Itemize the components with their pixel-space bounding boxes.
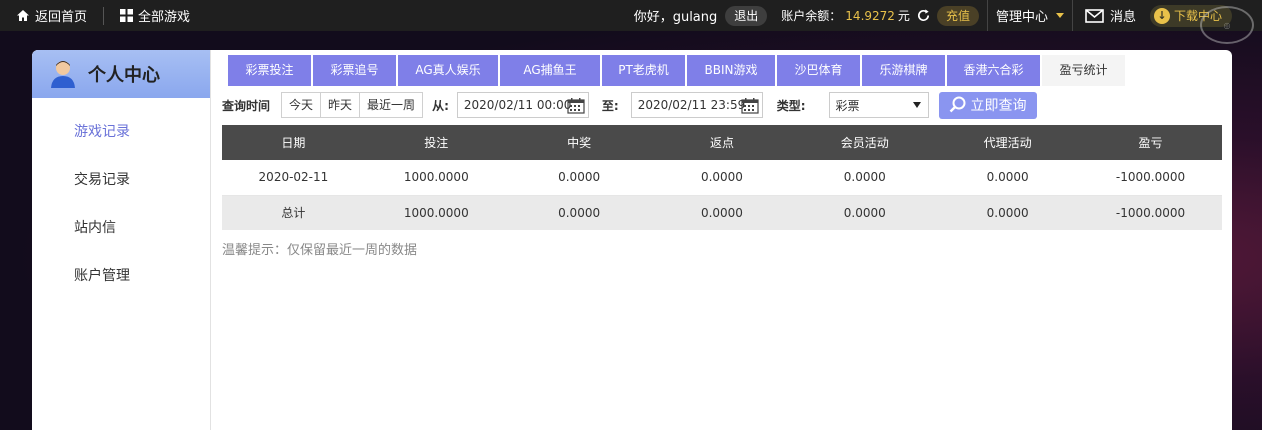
home-icon — [17, 10, 29, 21]
query-button[interactable]: 立即查询 — [938, 91, 1037, 119]
range-today-button[interactable]: 今天 — [282, 93, 322, 117]
tab-lottery-chase[interactable]: 彩票追号 — [313, 55, 396, 86]
all-games-label: 全部游戏 — [138, 10, 191, 25]
personal-center-panel: 个人中心 游戏记录 交易记录 站内信 账户管理 彩票投注 彩票追号 AG真人娱乐… — [32, 50, 1232, 430]
tab-hk-marksix[interactable]: 香港六合彩 — [947, 55, 1040, 86]
tab-ag-live[interactable]: AG真人娱乐 — [398, 55, 498, 86]
mail-icon — [1085, 8, 1104, 23]
cell-total-win: 0.0000 — [507, 195, 651, 230]
cell-total-bet: 1000.0000 — [364, 195, 508, 230]
sidebar-header: 个人中心 — [32, 50, 210, 98]
refresh-icon[interactable] — [916, 8, 931, 23]
sidebar-item-inbox[interactable]: 站内信 — [32, 204, 210, 252]
balance-label: 账户余额： — [781, 9, 842, 23]
table-header-row: 日期 投注 中奖 返点 会员活动 代理活动 盈亏 — [222, 125, 1222, 160]
cell-agent-activity: 0.0000 — [936, 160, 1080, 196]
to-date-input[interactable]: 2020/02/11 23:59 — [630, 92, 763, 118]
cell-profit-loss: -1000.0000 — [1079, 160, 1222, 196]
watermark-logo: ◎ — [1200, 6, 1254, 44]
type-select[interactable]: 彩票 — [828, 92, 929, 118]
col-agent-activity: 代理活动 — [936, 125, 1080, 160]
filter-bar: 查询时间 今天 昨天 最近一周 从: 2020/02/11 00:00 至: 2… — [222, 91, 1222, 119]
query-button-label: 立即查询 — [970, 98, 1027, 114]
home-link[interactable]: 返回首页 — [0, 0, 103, 31]
calendar-icon[interactable] — [567, 97, 585, 114]
cell-bet: 1000.0000 — [364, 160, 508, 196]
type-label: 类型: — [776, 98, 806, 113]
cell-total-member-activity: 0.0000 — [793, 195, 937, 230]
balance-unit: 元 — [897, 9, 910, 23]
download-icon: ↓ — [1153, 7, 1170, 24]
to-date-value: 2020/02/11 23:59 — [637, 98, 746, 112]
user-icon — [51, 61, 75, 88]
logout-button[interactable]: 退出 — [725, 5, 768, 26]
manage-center-menu[interactable]: 管理中心 — [986, 0, 1072, 31]
main-content: 彩票投注 彩票追号 AG真人娱乐 AG捕鱼王 PT老虎机 BBIN游戏 沙巴体育… — [222, 50, 1222, 430]
to-label: 至: — [601, 98, 619, 113]
cell-total-agent-activity: 0.0000 — [936, 195, 1080, 230]
tab-profit-stats[interactable]: 盈亏统计 — [1042, 55, 1125, 86]
col-profit-loss: 盈亏 — [1079, 125, 1222, 160]
from-date-input[interactable]: 2020/02/11 00:00 — [456, 92, 589, 118]
col-bet: 投注 — [364, 125, 508, 160]
search-icon — [949, 96, 965, 113]
sidebar-item-game-records[interactable]: 游戏记录 — [32, 108, 210, 156]
cell-total-rebate: 0.0000 — [650, 195, 794, 230]
tab-bbin[interactable]: BBIN游戏 — [687, 55, 775, 86]
col-win: 中奖 — [507, 125, 651, 160]
top-bar: 返回首页 全部游戏 你好，gulang 退出 账户余额： 14.9272 元 充… — [0, 0, 1262, 31]
balance-value: 14.9272 — [845, 8, 895, 23]
manage-center-label: 管理中心 — [995, 10, 1048, 25]
quick-range-group: 今天 昨天 最近一周 — [281, 92, 424, 118]
profit-table: 日期 投注 中奖 返点 会员活动 代理活动 盈亏 2020-02-11 1000… — [222, 125, 1222, 230]
messages-link[interactable]: 消息 — [1071, 0, 1150, 31]
cell-member-activity: 0.0000 — [793, 160, 937, 196]
cell-total-profit-loss: -1000.0000 — [1079, 195, 1222, 230]
all-games-link[interactable]: 全部游戏 — [104, 0, 206, 31]
game-tabs: 彩票投注 彩票追号 AG真人娱乐 AG捕鱼王 PT老虎机 BBIN游戏 沙巴体育… — [228, 55, 1127, 86]
col-date: 日期 — [222, 125, 365, 160]
recharge-button[interactable]: 充值 — [936, 5, 979, 26]
cell-rebate: 0.0000 — [650, 160, 794, 196]
tab-lottery-bet[interactable]: 彩票投注 — [228, 55, 311, 86]
tab-ag-fishing[interactable]: AG捕鱼王 — [500, 55, 600, 86]
sidebar: 个人中心 游戏记录 交易记录 站内信 账户管理 — [32, 50, 211, 430]
chevron-down-icon — [912, 102, 921, 108]
tab-leyou-chess[interactable]: 乐游棋牌 — [862, 55, 945, 86]
sidebar-title: 个人中心 — [88, 65, 160, 86]
table-total-row: 总计 1000.0000 0.0000 0.0000 0.0000 0.0000… — [222, 195, 1222, 230]
range-yesterday-button[interactable]: 昨天 — [321, 93, 361, 117]
table-row: 2020-02-11 1000.0000 0.0000 0.0000 0.000… — [222, 160, 1222, 196]
cell-win: 0.0000 — [507, 160, 651, 196]
range-week-button[interactable]: 最近一周 — [360, 93, 423, 117]
greeting: 你好，gulang — [633, 10, 718, 25]
chevron-down-icon — [1055, 13, 1064, 18]
sidebar-item-account[interactable]: 账户管理 — [32, 252, 210, 300]
col-rebate: 返点 — [650, 125, 794, 160]
calendar-icon[interactable] — [741, 97, 759, 114]
grid-icon — [120, 9, 134, 22]
from-date-value: 2020/02/11 00:00 — [463, 98, 572, 112]
sidebar-item-transactions[interactable]: 交易记录 — [32, 156, 210, 204]
type-select-value: 彩票 — [835, 98, 860, 113]
home-label: 返回首页 — [35, 10, 88, 25]
notice-text: 温馨提示：仅保留最近一周的数据 — [222, 243, 418, 258]
cell-date: 2020-02-11 — [222, 160, 365, 196]
query-time-label: 查询时间 — [222, 98, 271, 113]
col-member-activity: 会员活动 — [793, 125, 937, 160]
tab-saba-sports[interactable]: 沙巴体育 — [777, 55, 860, 86]
messages-label: 消息 — [1109, 10, 1136, 25]
from-label: 从: — [432, 98, 449, 113]
tab-pt-slots[interactable]: PT老虎机 — [602, 55, 685, 86]
sidebar-menu: 游戏记录 交易记录 站内信 账户管理 — [32, 98, 210, 300]
cell-total-label: 总计 — [222, 195, 365, 230]
